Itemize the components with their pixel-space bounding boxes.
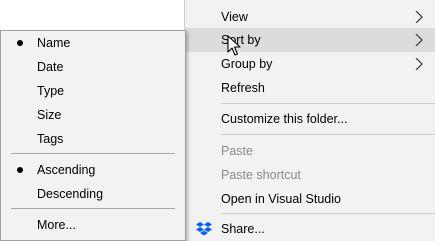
sort-option-label: Size — [37, 108, 62, 122]
checked-bullet-icon — [17, 167, 23, 173]
sort-option-tags[interactable]: Tags — [1, 127, 185, 151]
sort-option-label: Type — [37, 84, 65, 98]
menu-item-sort-by[interactable]: Sort by — [185, 28, 435, 52]
menu-separator — [221, 213, 435, 214]
sort-option-label: More... — [37, 218, 76, 232]
menu-item-label: Paste — [221, 144, 253, 158]
sort-option-size[interactable]: Size — [1, 103, 185, 127]
mouse-cursor-icon — [227, 35, 241, 56]
sort-option-descending[interactable]: Descending — [1, 182, 185, 206]
sort-option-type[interactable]: Type — [1, 79, 185, 103]
menu-item-label: Group by — [221, 57, 273, 71]
menu-item-open-in-visual-studio[interactable]: Open in Visual Studio — [185, 187, 435, 211]
sort-option-label: Ascending — [37, 163, 96, 177]
menu-item-label: Refresh — [221, 81, 265, 95]
menu-item-label: Open in Visual Studio — [221, 192, 341, 206]
dropbox-icon — [196, 222, 212, 236]
menu-item-label: View — [221, 10, 248, 24]
sort-by-submenu: Name Date Type Size Tags Ascending Desce… — [0, 30, 186, 241]
menu-item-refresh[interactable]: Refresh — [185, 76, 435, 100]
sort-option-label: Tags — [37, 132, 64, 146]
menu-item-label: Customize this folder... — [221, 112, 348, 126]
submenu-separator — [11, 208, 175, 209]
menu-item-customize-folder[interactable]: Customize this folder... — [185, 107, 435, 131]
menu-separator — [221, 103, 435, 104]
checked-bullet-icon — [17, 40, 23, 46]
menu-item-group-by[interactable]: Group by — [185, 52, 435, 76]
sort-option-label: Name — [37, 36, 71, 50]
menu-item-paste-shortcut[interactable]: Paste shortcut — [185, 163, 435, 187]
sort-option-more[interactable]: More... — [1, 213, 185, 237]
sort-option-name[interactable]: Name — [1, 31, 185, 55]
sort-option-date[interactable]: Date — [1, 55, 185, 79]
context-menu: View Sort by Group by Refresh Customize … — [184, 0, 435, 241]
menu-item-view[interactable]: View — [185, 5, 435, 29]
chevron-right-icon — [415, 11, 423, 23]
menu-item-label: Share... — [221, 222, 265, 236]
submenu-separator — [11, 153, 175, 154]
menu-separator — [221, 134, 435, 135]
sort-option-ascending[interactable]: Ascending — [1, 158, 185, 182]
desktop-context-menu-screen: View Sort by Group by Refresh Customize … — [0, 0, 435, 241]
sort-option-label: Descending — [37, 187, 104, 201]
menu-item-share[interactable]: Share... — [185, 217, 435, 241]
chevron-right-icon — [415, 34, 423, 46]
chevron-right-icon — [415, 58, 423, 70]
menu-item-paste[interactable]: Paste — [185, 139, 435, 163]
sort-option-label: Date — [37, 60, 64, 74]
menu-item-label: Paste shortcut — [221, 168, 301, 182]
